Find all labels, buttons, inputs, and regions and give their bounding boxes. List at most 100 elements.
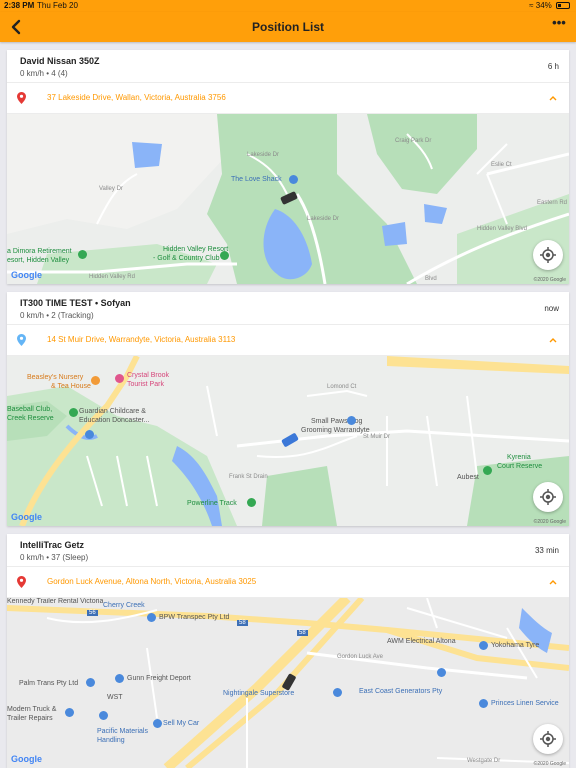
map-road-craig-park: Craig Park Dr [395,138,432,144]
map-road-hidden-valley-rd: Hidden Valley Rd [89,274,135,280]
locate-button[interactable] [533,482,563,512]
crosshair-icon [540,247,556,263]
map-poi-icon [153,719,162,728]
map-road-lakeside-2: Lakeside Dr [307,216,340,222]
battery-icon [556,2,570,9]
map-copyright: ©2020 Google [533,519,566,525]
map-label-court-reserve: Court Reserve [497,463,543,470]
map-label-hidden-valley-resort: Hidden Valley Resort [163,246,229,253]
map-road-hidden-valley-blvd: Hidden Valley Blvd [477,226,527,232]
crosshair-icon [540,731,556,747]
map-pin-red-icon [17,576,26,588]
vehicle-last-update: 6 h [547,62,559,71]
map-poi-icon [91,376,100,385]
map-poi-icon [78,250,87,259]
vehicle-header[interactable]: IntelliTrac Getz 0 km/h • 37 (Sleep) 33 … [7,534,569,567]
page-title: Position List [252,20,324,34]
map-road-lakeside: Lakeside Dr [247,152,280,158]
map-road-56: 56 [87,610,98,616]
vehicle-name: IT300 TIME TEST • Sofyan [20,298,131,308]
chevron-up-icon [549,580,557,585]
vehicle-name: David Nissan 350Z [20,56,100,66]
map-label-pacific: Pacific Materials [97,728,148,735]
map-road-valley-dr: Valley Dr [99,186,123,192]
map-pin-blue-icon [17,334,26,346]
map-poi-icon [115,374,124,383]
map-road-lomond: Lomond Ct [327,384,357,390]
map-label-golf-club: - Golf & Country Club [153,255,220,262]
map-label-guardian: Guardian Childcare & [79,408,146,415]
map-poi-icon [483,466,492,475]
map-label-trailer: Trailer Repairs [7,715,53,722]
map-label-sell-my-car: Sell My Car [163,720,200,727]
map-poi-icon [333,688,342,697]
vehicle-map[interactable]: The Love Shack Hidden Valley Resort - Go… [7,114,569,284]
locate-button[interactable] [533,724,563,754]
map-poi-icon [437,668,446,677]
map-label-east-coast: East Coast Generators Pty [359,688,443,695]
address-row[interactable]: 37 Lakeside Drive, Wallan, Victoria, Aus… [7,83,569,114]
map-label-palm: Palm Trans Pty Ltd [19,680,79,687]
vehicle-status: 0 km/h • 4 (4) [20,69,68,78]
more-button[interactable]: ••• [550,15,568,35]
map-label-beasleys: Beasley's Nursery [27,374,84,381]
battery-percent: 34% [535,1,552,10]
vehicle-card[interactable]: IntelliTrac Getz 0 km/h • 37 (Sleep) 33 … [7,534,569,768]
vehicle-header[interactable]: IT300 TIME TEST • Sofyan 0 km/h • 2 (Tra… [7,292,569,325]
map-label-princes: Princes Linen Service [491,700,559,707]
map-copyright: ©2020 Google [533,761,566,767]
map-label-dimora: a Dimora Retirement [7,248,72,255]
map-label-kyrenia: Kyrenia [507,454,531,461]
vehicle-map[interactable]: Beasley's Nursery & Tea House Crystal Br… [7,356,569,526]
vehicle-address: Gordon Luck Avenue, Altona North, Victor… [47,577,257,586]
google-logo-text: Google [11,512,42,522]
map-label-tea-house: & Tea House [51,383,91,390]
map-pin-red-icon [17,92,26,104]
map-label-handling: Handling [97,737,125,744]
map-label-tourist-park: Tourist Park [127,381,164,388]
map-label-dimora-2: esort, Hidden Valley [7,257,70,264]
map-label-education: Education Doncaster... [79,417,150,424]
status-date: Thu Feb 20 [37,1,78,10]
map-label-love-shack: The Love Shack [231,176,282,183]
crosshair-icon [540,489,556,505]
map-label-aubest: Aubest [457,474,479,481]
wifi-icon: ≈ [529,1,534,10]
more-dots-icon: ••• [552,15,566,30]
google-logo-text: Google [11,270,42,280]
map-road-eslie-ct: Eslie Ct [491,162,512,168]
map-copyright: ©2020 Google [533,277,566,283]
vehicle-header[interactable]: David Nissan 350Z 0 km/h • 4 (4) 6 h [7,50,569,83]
vehicle-status: 0 km/h • 2 (Tracking) [20,311,94,320]
map-road-58: 58 [297,630,308,636]
address-row[interactable]: 14 St Muir Drive, Warrandyte, Victoria, … [7,325,569,356]
map-road-st-muir: St Muir Dr [363,434,390,440]
map-poi-icon [147,613,156,622]
map-road-eastern-rd: Eastern Rd [537,200,568,206]
map-label-cherry-creek: Cherry Creek [103,602,145,609]
map-poi-icon [115,674,124,683]
locate-button[interactable] [533,240,563,270]
map-label-gunn: Gunn Freight Deport [127,675,191,682]
map-road-blvd: Blvd [425,276,437,282]
vehicle-last-update: 33 min [534,546,559,555]
map-label-modern: Modern Truck & [7,706,57,713]
google-logo: Google [11,512,42,522]
map-poi-icon [247,498,256,507]
vehicle-map[interactable]: Kennedy Trailer Rental Victoria Cherry C… [7,598,569,768]
map-label-awm: AWM Electrical Altona [387,638,456,645]
vehicle-card[interactable]: David Nissan 350Z 0 km/h • 4 (4) 6 h 37 … [7,50,569,284]
map-poi-icon [85,430,94,439]
map-poi-icon [86,678,95,687]
vehicle-card[interactable]: IT300 TIME TEST • Sofyan 0 km/h • 2 (Tra… [7,292,569,526]
vehicle-name: IntelliTrac Getz [20,540,85,550]
chevron-up-icon [549,96,557,101]
map-label-bpw: BPW Transpec Pty Ltd [159,614,230,621]
address-row[interactable]: Gordon Luck Avenue, Altona North, Victor… [7,567,569,598]
map-poi-icon [99,711,108,720]
map-poi-icon [220,251,229,260]
google-logo-text: Google [11,754,42,764]
chevron-up-icon [549,338,557,343]
map-label-powerline: Powerline Track [187,500,237,507]
map-poi-icon [289,175,298,184]
